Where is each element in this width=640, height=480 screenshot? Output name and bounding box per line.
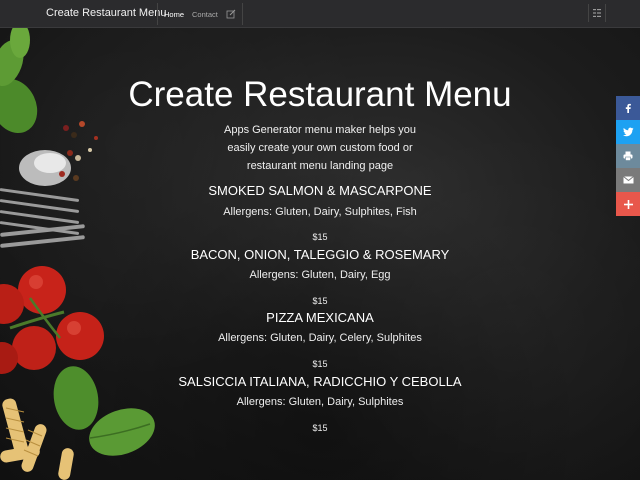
menu-item-price: $15 <box>312 296 328 306</box>
print-icon <box>623 151 633 161</box>
email-share-button[interactable] <box>616 168 640 192</box>
plus-icon <box>623 199 633 209</box>
nav-link-contact[interactable]: Contact <box>192 10 218 19</box>
menu-item-allergens: Allergens: Gluten, Dairy, Sulphites, Fis… <box>223 206 417 218</box>
twitter-share-button[interactable] <box>616 120 640 144</box>
menu-item-price: $15 <box>312 423 328 433</box>
share-bar <box>616 96 640 216</box>
edit-icon[interactable] <box>226 9 236 19</box>
menu-item-allergens: Allergens: Gluten, Dairy, Sulphites <box>236 396 404 408</box>
menu-item-price: $15 <box>312 232 328 242</box>
navbar-brand[interactable]: Create Restaurant Menu <box>46 7 166 19</box>
print-button[interactable] <box>616 144 640 168</box>
email-icon <box>622 176 634 184</box>
menu-item-name: SALSICCIA ITALIANA, RADICCHIO Y CEBOLLA <box>178 374 462 389</box>
menu-item-name: SMOKED SALMON & MASCARPONE <box>208 183 432 198</box>
hero-title: Create Restaurant Menu <box>128 75 512 114</box>
top-navbar: Create Restaurant Menu Home Contact <box>0 0 640 28</box>
menu-item-name: PIZZA MEXICANA <box>266 310 374 325</box>
menu-item-name: BACON, ONION, TALEGGIO & ROSEMARY <box>190 247 450 262</box>
menu-item-allergens: Allergens: Gluten, Dairy, Egg <box>249 269 391 281</box>
hero-subtitle: Apps Generator menu maker helps you easi… <box>224 124 416 172</box>
grid-menu-icon <box>593 9 601 17</box>
more-share-button[interactable] <box>616 192 640 216</box>
menu-item-allergens: Allergens: Gluten, Dairy, Celery, Sulphi… <box>218 332 422 344</box>
menu-item-price: $15 <box>312 359 328 369</box>
twitter-icon <box>622 127 633 137</box>
facebook-share-button[interactable] <box>616 96 640 120</box>
nav-link-home[interactable]: Home <box>164 10 184 19</box>
menu-toggle-button[interactable] <box>588 4 606 22</box>
facebook-icon <box>625 103 631 113</box>
nav-links: Home Contact <box>157 3 243 25</box>
